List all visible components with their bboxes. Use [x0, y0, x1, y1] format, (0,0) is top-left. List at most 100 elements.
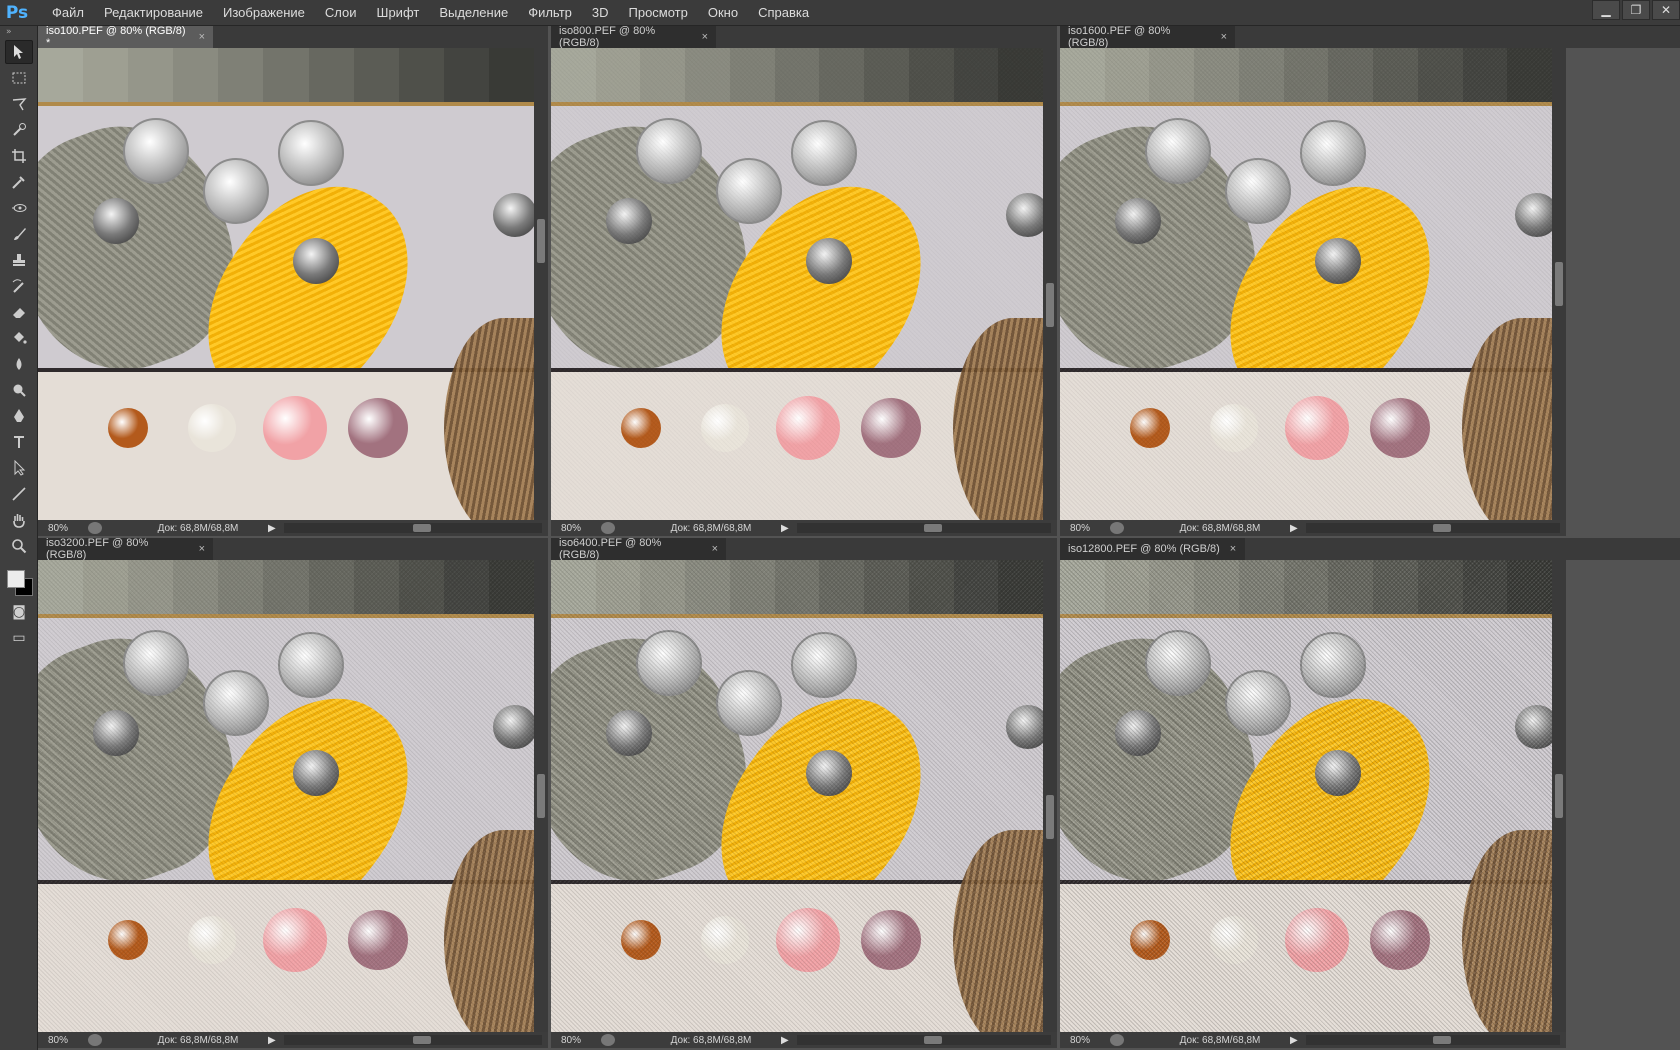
foreground-color-swatch[interactable] [7, 570, 25, 588]
image-canvas[interactable] [551, 560, 1043, 1032]
scrollbar-thumb[interactable] [924, 524, 942, 532]
image-canvas[interactable] [551, 48, 1043, 520]
document-tab[interactable]: iso800.PEF @ 80% (RGB/8) × [551, 25, 716, 49]
status-menu-arrow-icon[interactable]: ▶ [781, 1035, 791, 1046]
document-window[interactable]: iso1600.PEF @ 80% (RGB/8) × 80% Док: 68,8M/… [1060, 25, 1680, 538]
vertical-scrollbar[interactable] [1043, 48, 1057, 520]
healing-brush-icon[interactable] [5, 196, 33, 220]
document-window[interactable]: iso3200.PEF @ 80% (RGB/8) × 80% Док: 68,8M/… [38, 537, 548, 1050]
zoom-level[interactable]: 80% [551, 523, 601, 534]
status-menu-arrow-icon[interactable]: ▶ [1290, 1035, 1300, 1046]
image-canvas[interactable] [1060, 560, 1552, 1032]
document-tab[interactable]: iso1600.PEF @ 80% (RGB/8) × [1060, 25, 1235, 49]
vertical-scrollbar[interactable] [1552, 48, 1566, 520]
status-info-icon[interactable] [88, 1034, 102, 1046]
zoom-level[interactable]: 80% [551, 1035, 601, 1046]
scrollbar-thumb[interactable] [1046, 795, 1054, 839]
zoom-level[interactable]: 80% [1060, 1035, 1110, 1046]
document-window[interactable]: iso800.PEF @ 80% (RGB/8) × 80% Док: 68,8M/6… [551, 25, 1057, 538]
pen-tool-icon[interactable] [5, 404, 33, 428]
menu-item[interactable]: Окно [698, 0, 748, 26]
menu-item[interactable]: Слои [315, 0, 367, 26]
clone-stamp-icon[interactable] [5, 248, 33, 272]
menu-item[interactable]: Справка [748, 0, 819, 26]
horizontal-scrollbar[interactable] [1306, 1035, 1560, 1045]
menu-item[interactable]: 3D [582, 0, 619, 26]
close-tab-icon[interactable]: × [199, 31, 205, 43]
horizontal-scrollbar[interactable] [284, 1035, 542, 1045]
close-tab-icon[interactable]: × [199, 543, 205, 555]
color-swatches[interactable] [5, 564, 33, 596]
horizontal-scrollbar[interactable] [797, 523, 1051, 533]
zoom-tool-icon[interactable] [5, 534, 33, 558]
status-info-icon[interactable] [1110, 1034, 1124, 1046]
status-info-icon[interactable] [88, 522, 102, 534]
move-tool-icon[interactable] [5, 40, 33, 64]
status-menu-arrow-icon[interactable]: ▶ [268, 1035, 278, 1046]
paint-bucket-icon[interactable] [5, 326, 33, 350]
image-canvas[interactable] [1060, 48, 1552, 520]
menu-item[interactable]: Шрифт [367, 0, 430, 26]
zoom-level[interactable]: 80% [1060, 523, 1110, 534]
status-menu-arrow-icon[interactable]: ▶ [781, 523, 791, 534]
quick-selection-icon[interactable] [5, 118, 33, 142]
type-tool-icon[interactable] [5, 430, 33, 454]
blur-tool-icon[interactable] [5, 352, 33, 376]
document-tab[interactable]: iso6400.PEF @ 80% (RGB/8) × [551, 537, 726, 561]
document-window[interactable]: iso100.PEF @ 80% (RGB/8) * × 80% Док: 68,8M… [38, 25, 548, 538]
document-tab[interactable]: iso3200.PEF @ 80% (RGB/8) × [38, 537, 213, 561]
vertical-scrollbar[interactable] [534, 560, 548, 1032]
close-tab-icon[interactable]: × [712, 543, 718, 555]
horizontal-scrollbar[interactable] [284, 523, 542, 533]
close-button[interactable]: ✕ [1652, 0, 1680, 20]
menu-item[interactable]: Выделение [429, 0, 518, 26]
horizontal-scrollbar[interactable] [797, 1035, 1051, 1045]
status-info-icon[interactable] [601, 522, 615, 534]
scrollbar-thumb[interactable] [1555, 774, 1563, 818]
vertical-scrollbar[interactable] [1043, 560, 1057, 1032]
zoom-level[interactable]: 80% [38, 1035, 88, 1046]
scrollbar-thumb[interactable] [537, 774, 545, 818]
status-menu-arrow-icon[interactable]: ▶ [268, 523, 278, 534]
scrollbar-thumb[interactable] [537, 219, 545, 263]
line-tool-icon[interactable] [5, 482, 33, 506]
brush-tool-icon[interactable] [5, 222, 33, 246]
close-tab-icon[interactable]: × [1221, 31, 1227, 43]
status-info-icon[interactable] [601, 1034, 615, 1046]
close-tab-icon[interactable]: × [702, 31, 708, 43]
scrollbar-thumb[interactable] [924, 1036, 942, 1044]
screen-mode-icon[interactable]: ▭ [5, 626, 33, 650]
dodge-tool-icon[interactable] [5, 378, 33, 402]
lasso-tool-icon[interactable] [5, 92, 33, 116]
status-info-icon[interactable] [1110, 522, 1124, 534]
vertical-scrollbar[interactable] [534, 48, 548, 520]
zoom-level[interactable]: 80% [38, 523, 88, 534]
menu-item[interactable]: Просмотр [619, 0, 698, 26]
image-canvas[interactable] [38, 560, 534, 1032]
hand-tool-icon[interactable] [5, 508, 33, 532]
status-menu-arrow-icon[interactable]: ▶ [1290, 523, 1300, 534]
document-tab[interactable]: iso100.PEF @ 80% (RGB/8) * × [38, 25, 213, 49]
document-window[interactable]: iso6400.PEF @ 80% (RGB/8) × 80% Док: 68,8M/… [551, 537, 1057, 1050]
menu-item[interactable]: Файл [42, 0, 94, 26]
document-window[interactable]: iso12800.PEF @ 80% (RGB/8) × 80% Док: 68,8M… [1060, 538, 1680, 1050]
menu-item[interactable]: Изображение [213, 0, 315, 26]
quick-mask-icon[interactable]: ◙ [5, 600, 33, 624]
minimize-button[interactable]: ▁ [1592, 0, 1620, 20]
image-canvas[interactable] [38, 48, 534, 520]
scrollbar-thumb[interactable] [413, 524, 431, 532]
scrollbar-thumb[interactable] [413, 1036, 431, 1044]
panel-collapse-icon[interactable]: » [0, 26, 37, 38]
crop-tool-icon[interactable] [5, 144, 33, 168]
history-brush-icon[interactable] [5, 274, 33, 298]
horizontal-scrollbar[interactable] [1306, 523, 1560, 533]
scrollbar-thumb[interactable] [1046, 283, 1054, 327]
eraser-icon[interactable] [5, 300, 33, 324]
eyedropper-icon[interactable] [5, 170, 33, 194]
scrollbar-thumb[interactable] [1433, 524, 1451, 532]
restore-button[interactable]: ❐ [1622, 0, 1650, 20]
menu-item[interactable]: Редактирование [94, 0, 213, 26]
path-selection-icon[interactable] [5, 456, 33, 480]
close-tab-icon[interactable]: × [1230, 543, 1236, 555]
document-tab[interactable]: iso12800.PEF @ 80% (RGB/8) × [1060, 538, 1245, 560]
